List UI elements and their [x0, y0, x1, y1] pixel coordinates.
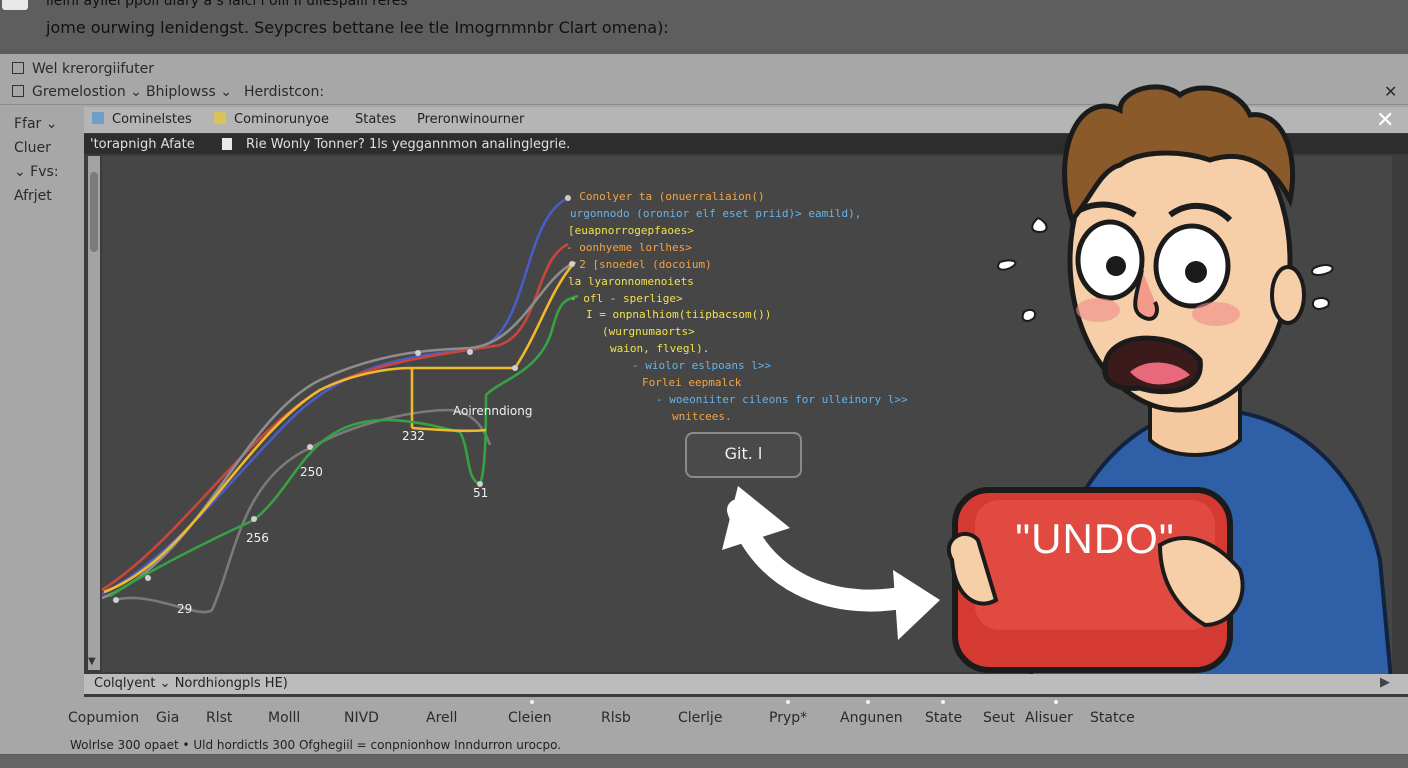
- bottom-item[interactable]: NIVD: [344, 710, 379, 726]
- bottom-item[interactable]: Rlsb: [601, 710, 631, 726]
- code-line: - 2 [snoedel (docoium): [566, 258, 712, 271]
- dot-icon: [866, 700, 870, 704]
- bottom-item[interactable]: Pryp*: [769, 710, 807, 726]
- bottom-item[interactable]: Clerlje: [678, 710, 722, 726]
- dot-icon: [786, 700, 790, 704]
- commit-node: [307, 444, 313, 450]
- bottom-item[interactable]: Cleien: [508, 710, 552, 726]
- bottom-item[interactable]: Arell: [426, 710, 457, 726]
- branch-line-blue: [101, 196, 569, 596]
- dot-icon: [941, 700, 945, 704]
- branch-line-yellow: [103, 261, 576, 594]
- stressed-developer-illustration: [946, 84, 1395, 692]
- scroll-right-icon[interactable]: ▶: [1380, 675, 1390, 690]
- code-line: [euapnorrogepfaoes>: [568, 224, 694, 237]
- dot-icon: [1054, 700, 1058, 704]
- branch-label: Aoirenndiong: [453, 404, 533, 418]
- commit-label: 250: [300, 465, 323, 479]
- code-line: Forlei eepmalck: [642, 376, 742, 389]
- code-line: - wiolor eslpoans l>>: [632, 359, 772, 372]
- code-line: wnitcees.: [672, 410, 732, 423]
- bottom-item[interactable]: Rlst: [206, 710, 232, 726]
- code-line: la lyaronnomenoiets: [568, 275, 694, 288]
- code-line: - Conolyer ta (onuerraliaion(): [566, 190, 765, 203]
- bottom-item[interactable]: Alisuer: [1025, 710, 1073, 726]
- bottom-item[interactable]: Seut: [983, 710, 1015, 726]
- curved-arrow-icon: [722, 486, 940, 640]
- git-button[interactable]: Git. l: [685, 432, 802, 478]
- code-line: urgonnodo (oronior elf eset priid)> eami…: [570, 207, 862, 220]
- dot-icon: [530, 700, 534, 704]
- commit-node: [512, 365, 518, 371]
- commit-node: [145, 575, 151, 581]
- code-line: - oonhyeme lorlhes>: [566, 241, 692, 254]
- status-bar-text: Colqlyent ⌄ Nordhiongpls HE): [94, 676, 288, 691]
- commit-node: [251, 516, 257, 522]
- undo-sign-text: "UNDO": [1015, 515, 1175, 562]
- code-line: - woeoniiter cileons for ulleinory l>>: [656, 393, 908, 406]
- bottom-item[interactable]: Statce: [1090, 710, 1135, 726]
- commit-label: 232: [402, 429, 425, 443]
- code-line: waion, flvegl).: [610, 342, 710, 355]
- commit-node: [467, 349, 473, 355]
- commit-node: [113, 597, 119, 603]
- code-line: - ofl - sperlige>: [570, 292, 683, 305]
- bottom-item[interactable]: Gia: [156, 710, 179, 726]
- code-line: (wurgnumaorts>: [602, 325, 695, 338]
- branch-line-gray-lower: [114, 408, 492, 614]
- footer-note: Wolrlse 300 opaet • Uld hordictls 300 Of…: [70, 738, 562, 752]
- commit-label: 29: [177, 602, 193, 616]
- footer-band: [0, 755, 1408, 768]
- bottom-item[interactable]: Angunen: [840, 710, 903, 726]
- commit-label: 256: [246, 531, 269, 545]
- commit-node: [415, 350, 421, 356]
- code-line: I = onpnalhiom(tiipbacsom()): [586, 308, 772, 321]
- bottom-item[interactable]: State: [925, 710, 962, 726]
- bottom-item[interactable]: Copumion: [68, 710, 139, 726]
- status-bar: Colqlyent ⌄ Nordhiongpls HE) ▶: [84, 674, 1408, 694]
- bottom-item[interactable]: Molll: [268, 710, 300, 726]
- commit-label: 51: [473, 486, 489, 500]
